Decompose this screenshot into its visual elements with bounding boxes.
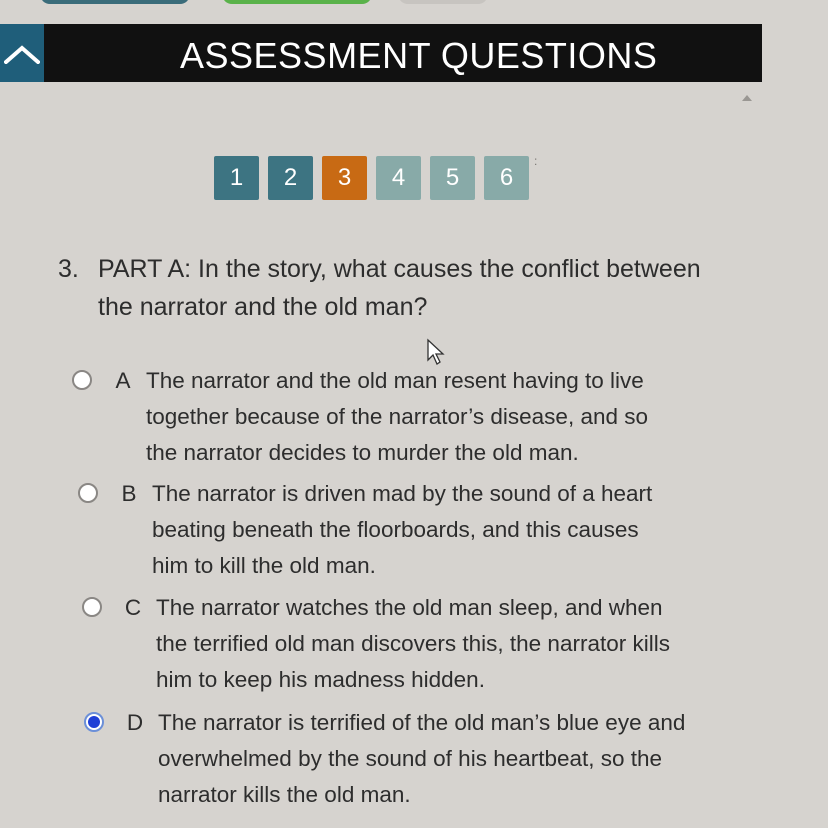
scroll-up-icon[interactable] — [742, 95, 752, 101]
answer-option-d[interactable]: D The narrator is terrified of the old m… — [84, 705, 686, 813]
option-letter: C — [124, 595, 142, 620]
question-nav-4[interactable]: 4 — [376, 156, 421, 200]
mouse-cursor-icon — [427, 338, 445, 365]
collapse-button[interactable] — [0, 24, 44, 82]
top-tab-middle[interactable] — [222, 0, 372, 4]
nav-more-icon: : — [534, 154, 538, 168]
question-navigator: 1 2 3 4 5 6 — [214, 156, 529, 200]
radio-b[interactable] — [78, 483, 98, 503]
answer-option-a[interactable]: A The narrator and the old man resent ha… — [72, 363, 674, 471]
question-number: 3. — [58, 255, 79, 283]
radio-a[interactable] — [72, 370, 92, 390]
chevron-up-icon — [4, 45, 40, 64]
radio-c[interactable] — [82, 597, 102, 617]
option-letter: D — [126, 710, 144, 735]
top-tab-right[interactable] — [398, 0, 488, 4]
option-letter: B — [121, 481, 137, 506]
page-title: ASSESSMENT QUESTIONS — [180, 35, 658, 76]
question-nav-3[interactable]: 3 — [322, 156, 367, 200]
question-prompt: 3. PART A: In the story, what causes the… — [58, 250, 718, 326]
option-text: The narrator is driven mad by the sound … — [152, 481, 653, 578]
option-letter: A — [115, 368, 131, 393]
answer-option-b[interactable]: B The narrator is driven mad by the soun… — [78, 476, 680, 584]
answer-option-c[interactable]: C The narrator watches the old man sleep… — [82, 590, 684, 698]
question-nav-1[interactable]: 1 — [214, 156, 259, 200]
option-text: The narrator and the old man resent havi… — [146, 368, 648, 465]
question-nav-2[interactable]: 2 — [268, 156, 313, 200]
option-text: The narrator watches the old man sleep, … — [156, 595, 670, 692]
question-nav-5[interactable]: 5 — [430, 156, 475, 200]
radio-d[interactable] — [84, 712, 104, 732]
question-text: PART A: In the story, what causes the co… — [98, 255, 701, 321]
option-text: The narrator is terrified of the old man… — [158, 710, 686, 807]
top-tab-left[interactable] — [40, 0, 190, 4]
question-nav-6[interactable]: 6 — [484, 156, 529, 200]
